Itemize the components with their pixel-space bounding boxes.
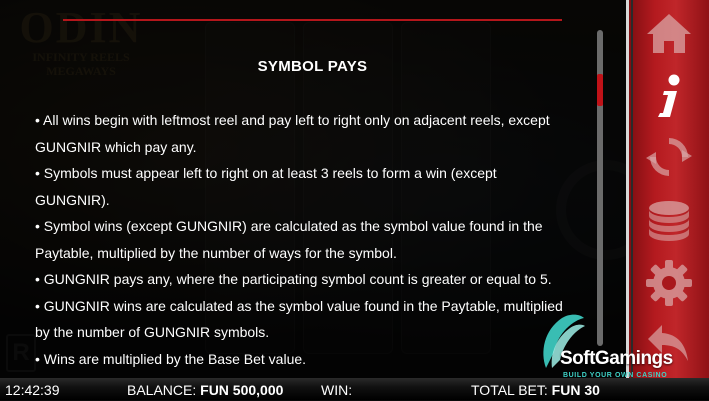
- rule-line: • GUNGNIR wins are calculated as the sym…: [35, 297, 563, 341]
- settings-button[interactable]: [636, 258, 702, 308]
- total-bet: TOTAL BET: FUN 30: [471, 379, 600, 401]
- paytable-title: SYMBOL PAYS: [257, 58, 368, 75]
- total-bet-value: FUN 30: [551, 382, 600, 398]
- back-icon: [644, 321, 694, 365]
- balance-label: BALANCE:: [127, 382, 197, 398]
- balance: BALANCE: FUN 500,000: [127, 379, 283, 401]
- info-icon: [649, 73, 689, 121]
- autoplay-button[interactable]: [636, 132, 702, 182]
- scrollbar-thumb[interactable]: [597, 74, 603, 106]
- paytable-panel: SYMBOL PAYS • All wins begin with leftmo…: [0, 0, 632, 378]
- status-bar: 12:42:39 BALANCE: FUN 500,000 WIN: TOTAL…: [0, 378, 709, 400]
- rule-line: • Symbols must appear left to right on a…: [35, 165, 497, 208]
- scrollbar-track[interactable]: [597, 30, 603, 346]
- panel-divider: [63, 19, 562, 21]
- rule-line: • All wins begin with leftmost reel and …: [35, 112, 550, 155]
- rule-line: • Wins are multiplied by the Base Bet va…: [35, 350, 307, 367]
- paytable-content[interactable]: • All wins begin with leftmost reel and …: [35, 107, 575, 372]
- win-label: WIN:: [321, 382, 353, 398]
- home-icon: [644, 10, 694, 56]
- side-menu-border: [626, 0, 629, 378]
- side-menu-border-inner: [631, 0, 633, 378]
- back-button[interactable]: [636, 318, 702, 368]
- gear-icon: [644, 258, 694, 308]
- home-button[interactable]: [636, 8, 702, 58]
- rule-line: • GUNGNIR pays any, where the participat…: [35, 271, 552, 287]
- total-bet-label: TOTAL BET:: [471, 382, 548, 398]
- bet-button[interactable]: [636, 196, 702, 246]
- rule-line: • Symbol wins (except GUNGNIR) are calcu…: [35, 218, 543, 261]
- autoplay-icon: [644, 132, 694, 182]
- win: WIN:: [321, 379, 352, 401]
- balance-value: FUN 500,000: [200, 382, 284, 398]
- coins-icon: [644, 198, 694, 244]
- clock: 12:42:39: [5, 382, 60, 398]
- info-button[interactable]: [636, 72, 702, 122]
